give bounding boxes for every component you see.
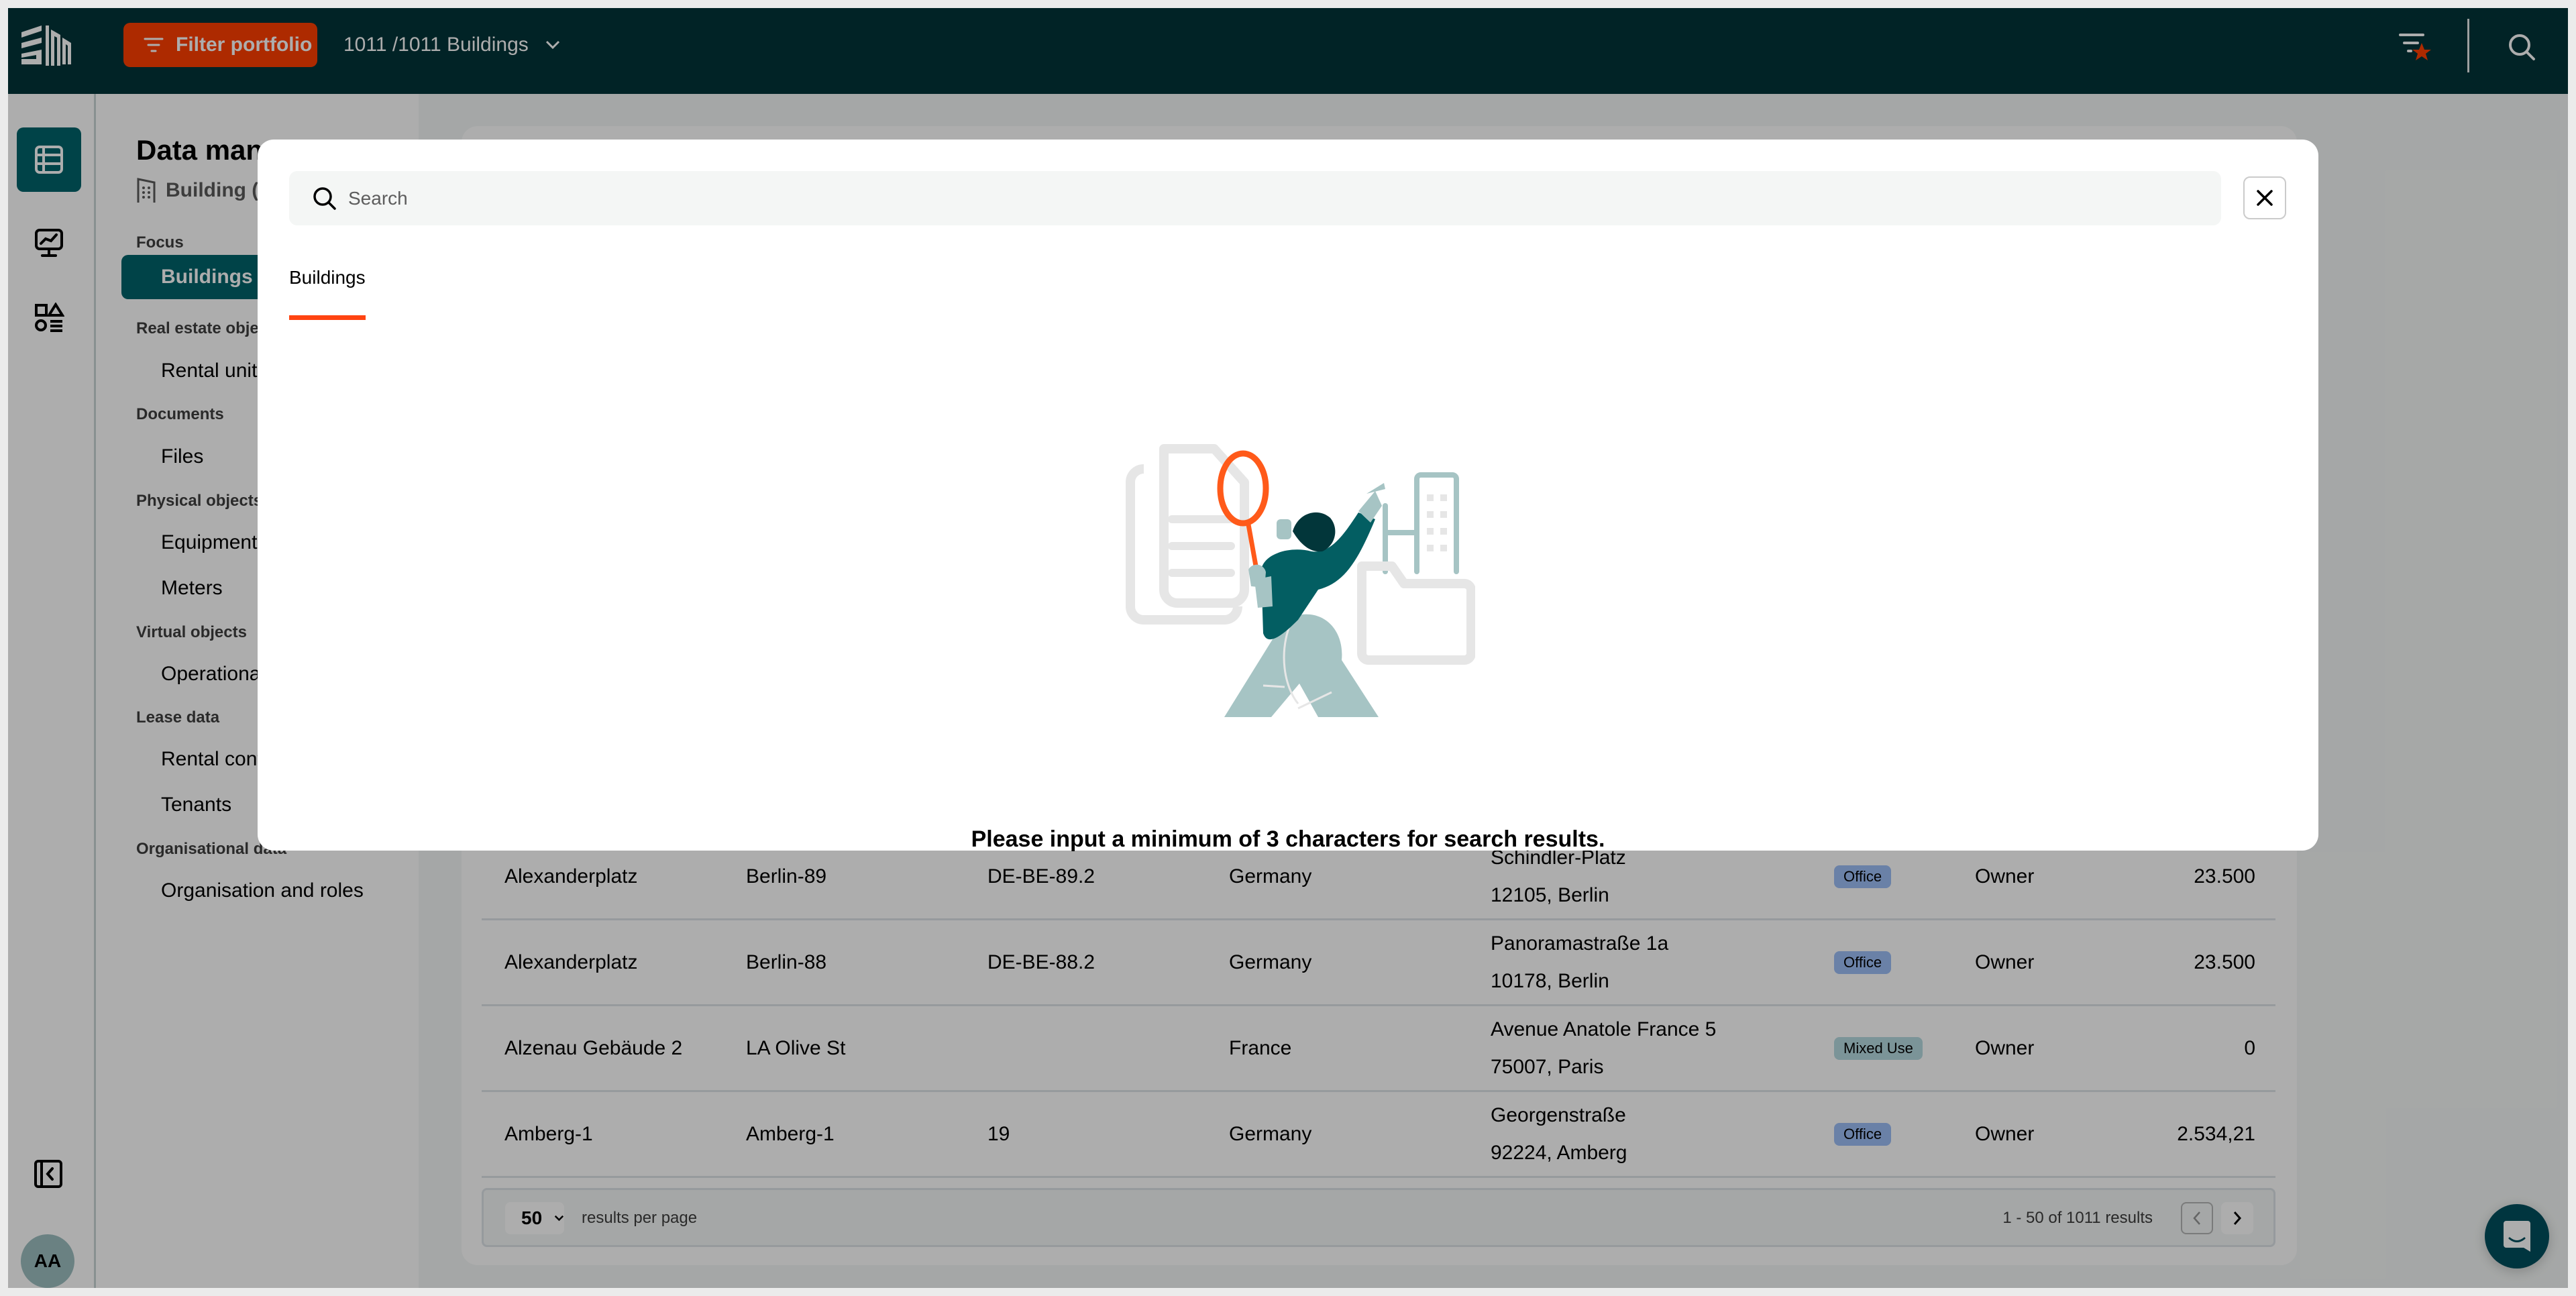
app: Filter portfolio 1011 /1011 Buildings AA — [8, 8, 2568, 1288]
search-icon — [313, 186, 336, 210]
tab-buildings[interactable]: Buildings — [289, 267, 366, 320]
global-search-modal: Buildings — [258, 140, 2318, 852]
close-button[interactable] — [2243, 176, 2286, 219]
close-icon — [2257, 190, 2273, 206]
search-field[interactable] — [289, 171, 2221, 225]
empty-state-message: Please input a minimum of 3 characters f… — [971, 826, 1605, 852]
search-input[interactable] — [348, 187, 2159, 209]
person-searching-illustration — [1126, 444, 1475, 717]
